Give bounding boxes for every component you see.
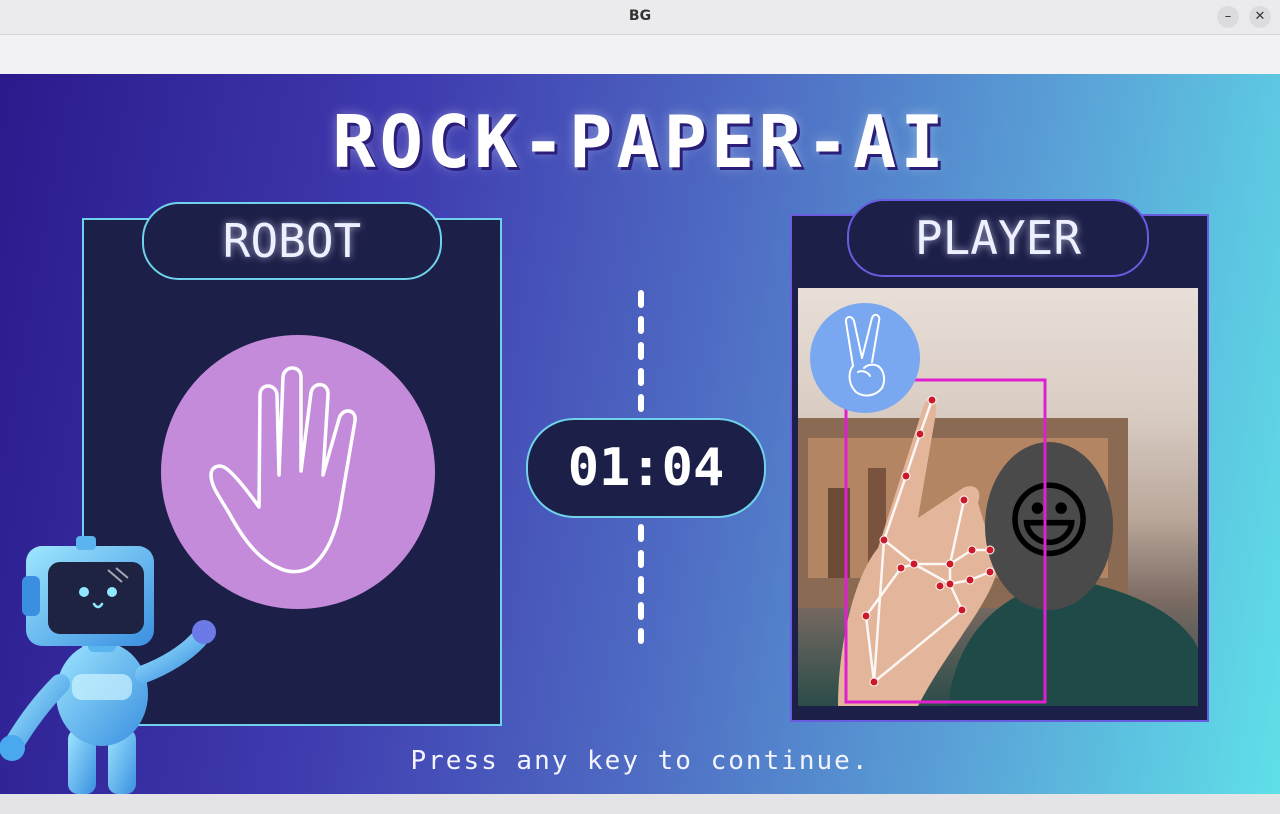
detected-move-bubble	[810, 303, 920, 413]
window-title: BG	[628, 8, 652, 24]
webcam-feed: 😃	[798, 288, 1198, 706]
round-timer: 01:04	[526, 418, 766, 518]
window-bottom-edge	[0, 794, 1280, 814]
webcam-scene: 😃	[798, 303, 1198, 706]
game-canvas[interactable]: ROCK-PAPER-AI ROBOT 01:04 PLAYER 😃 Press…	[0, 74, 1280, 794]
window-titlebar: BG – ✕	[0, 0, 1280, 35]
window-toolbar	[0, 35, 1280, 75]
minimize-button[interactable]: –	[1217, 6, 1239, 28]
player-label: PLAYER	[847, 199, 1149, 277]
continue-prompt: Press any key to continue.	[410, 746, 870, 776]
face-emoji: 😃	[1005, 472, 1093, 570]
game-title: ROCK-PAPER-AI	[332, 100, 948, 184]
close-button[interactable]: ✕	[1249, 6, 1271, 28]
robot-label: ROBOT	[142, 202, 442, 280]
